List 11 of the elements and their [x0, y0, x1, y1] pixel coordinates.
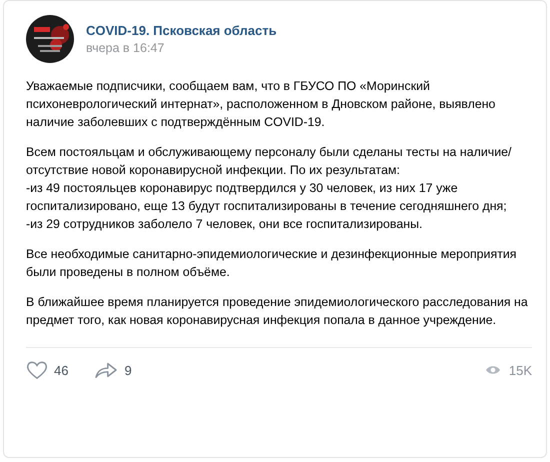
heart-icon [26, 360, 48, 380]
share-button[interactable]: 9 [94, 360, 132, 380]
post-paragraph: Все необходимые санитарно-эпидемиологические и дезинфекционные мероприятия были проведены в полном объёме. [26, 246, 518, 281]
share-arrow-icon [94, 360, 118, 380]
view-count: 15K [484, 362, 532, 378]
post-paragraph: В ближайшее время планируется проведение эпидемиологического расследования на предмет того, как новая коронавирусная инфекция попала в данное учреждение. [26, 294, 529, 329]
like-button[interactable]: 46 [26, 360, 68, 380]
post-paragraph: Всем постояльцам и обслуживающему персоналу были сделаны тесты на наличие/отсутствие новой коронавирусной инфекции. По их результатам: -из 49 постояльцев коронавирус подтвердился у 30 человек, из них 17 уже госпитализировано, еще 13 будут госпитализированы в течение сегодняшнего дня; -из 29 сотрудников заболело 7 человек, они все госпитализированы. [26, 144, 512, 233]
post-paragraph: Уважаемые подписчики, сообщаем вам, что в ГБУСО ПО «Моринский психоневрологический интернат», расположенном в Дновском районе, выявлено наличие заболевших с подтверждённым COVID-19. [26, 78, 496, 131]
eye-icon [484, 364, 501, 376]
author-link[interactable]: COVID-19. Псковская область [86, 23, 277, 38]
